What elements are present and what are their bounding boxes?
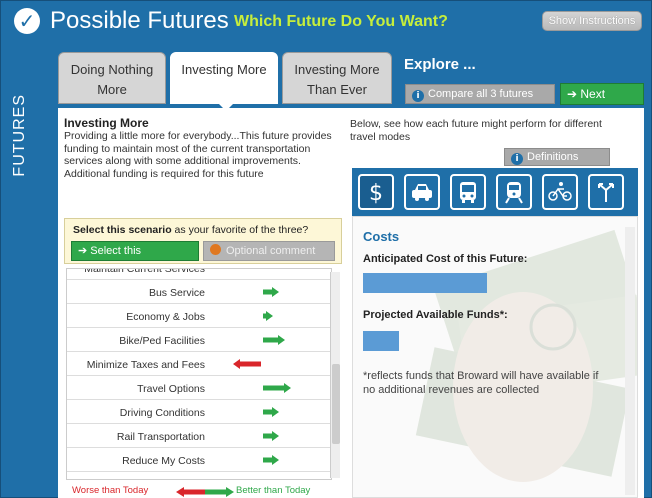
tab-investing-more[interactable]: Investing More xyxy=(170,52,278,104)
list-item-label: Reduce My Costs xyxy=(122,455,205,467)
list-item-label: Economy & Jobs xyxy=(126,311,205,323)
explore-title: Explore ... xyxy=(404,56,476,73)
list-item: Reduce My Costs xyxy=(67,449,331,472)
tab-label-line1: Investing More xyxy=(294,62,380,77)
select-prompt: Select this scenario as your favorite of… xyxy=(73,224,308,236)
select-scenario-box: Select this scenario as your favorite of… xyxy=(64,218,342,264)
list-item: Minimize Taxes and Fees xyxy=(67,353,331,376)
select-prompt-rest: as your favorite of the three? xyxy=(171,224,309,236)
funds-footnote: *reflects funds that Broward will have a… xyxy=(363,370,599,396)
tab-label-line1: Doing Nothing xyxy=(70,62,154,77)
tab-label-line2: More xyxy=(97,82,127,97)
side-tab-label: FUTURES xyxy=(11,94,28,177)
performance-column: Below, see how each future might perform… xyxy=(350,108,644,498)
content-area: Investing More Providing a little more f… xyxy=(58,108,644,498)
arrow-right-icon xyxy=(263,287,279,297)
walk-icon xyxy=(598,183,614,202)
select-prompt-bold: Select this scenario xyxy=(73,224,172,236)
compare-label: Compare all 3 futures xyxy=(428,88,534,100)
list-item: Economy & Jobs xyxy=(67,305,331,328)
legend-arrows-icon xyxy=(176,487,234,497)
dollar-icon: $ xyxy=(369,181,383,204)
show-instructions-button[interactable]: Show Instructions xyxy=(542,11,642,31)
available-funds-bar xyxy=(363,331,399,351)
select-this-button[interactable]: ➔ Select this xyxy=(71,241,199,261)
arrow-right-icon xyxy=(263,383,291,393)
tab-label-line2: Than Ever xyxy=(307,82,367,97)
mode-bike[interactable] xyxy=(542,174,578,210)
list-item-label: Minimize Taxes and Fees xyxy=(86,359,205,371)
bus-icon xyxy=(460,182,476,203)
page-subtitle: Which Future Do You Want? xyxy=(234,13,448,30)
outcomes-list: Maintain Current Services Bus Service Econ… xyxy=(66,268,332,480)
costs-panel: Costs Anticipated Cost of this Future: P… xyxy=(352,216,638,498)
arrow-right-icon xyxy=(263,311,273,321)
anticipated-cost-bar xyxy=(363,273,487,293)
costs-scrollbar[interactable] xyxy=(625,227,635,495)
car-icon xyxy=(412,184,432,201)
outcomes-scrollbar[interactable] xyxy=(330,272,340,478)
select-label: Select this xyxy=(90,245,142,257)
list-item-label: Maintain Current Services xyxy=(84,268,205,275)
next-label: Next xyxy=(580,87,606,101)
tab-doing-nothing-more[interactable]: Doing Nothing More xyxy=(58,52,166,104)
scrollbar-thumb[interactable] xyxy=(332,364,340,444)
definitions-button[interactable]: i Definitions xyxy=(504,148,610,166)
legend-better: Better than Today xyxy=(236,485,311,496)
optional-comment-button[interactable]: Optional comment xyxy=(203,241,335,261)
train-icon xyxy=(505,182,523,204)
legend-worse: Worse than Today xyxy=(72,485,149,496)
list-item-label: Rail Transportation xyxy=(116,431,205,443)
mode-bus[interactable] xyxy=(450,174,486,210)
mode-walk[interactable] xyxy=(588,174,624,210)
list-item: Rail Transportation xyxy=(67,425,331,448)
comment-label: Optional comment xyxy=(226,245,316,257)
bike-icon xyxy=(548,182,572,201)
list-item: Driving Conditions xyxy=(67,401,331,424)
scenario-description: Providing a little more for everybody...… xyxy=(64,130,332,180)
check-icon: ✓ xyxy=(14,8,40,34)
legend: Worse than Today Better than Today xyxy=(72,485,332,497)
arrow-right-icon: ➔ xyxy=(567,87,581,101)
arrow-right-icon xyxy=(263,431,279,441)
tab-investing-more-than-ever[interactable]: Investing More Than Ever xyxy=(282,52,392,104)
costs-title: Costs xyxy=(363,229,400,244)
list-item-label: Bike/Ped Facilities xyxy=(119,335,205,347)
page-title: Possible Futures xyxy=(50,7,229,34)
comment-icon xyxy=(210,244,221,255)
travel-mode-bar: $ xyxy=(352,168,638,216)
mode-train[interactable] xyxy=(496,174,532,210)
arrow-left-icon xyxy=(233,359,261,369)
list-item: Travel Options xyxy=(67,377,331,400)
arrow-right-icon xyxy=(263,407,279,417)
list-item-label: Bus Service xyxy=(148,287,205,299)
list-item-label: Driving Conditions xyxy=(119,407,205,419)
svg-text:$: $ xyxy=(369,181,383,204)
info-icon: i xyxy=(412,90,424,102)
mode-car[interactable] xyxy=(404,174,440,210)
list-item-label: Travel Options xyxy=(137,383,205,395)
header: ✓ Possible Futures Which Future Do You W… xyxy=(0,0,652,42)
arrow-right-icon: ➔ xyxy=(78,245,91,257)
list-item-partial: Maintain Current Services xyxy=(67,268,331,280)
compare-futures-button[interactable]: i Compare all 3 futures xyxy=(405,84,555,104)
definitions-label: Definitions xyxy=(527,151,579,163)
main-panel: Doing Nothing More Investing More Invest… xyxy=(50,42,644,498)
arrow-right-icon xyxy=(263,455,279,465)
available-funds-label: Projected Available Funds*: xyxy=(363,309,508,321)
list-item: Bike/Ped Facilities xyxy=(67,329,331,352)
next-button[interactable]: ➔ Next xyxy=(560,83,644,105)
list-item: Bus Service xyxy=(67,281,331,304)
side-tab[interactable]: FUTURES xyxy=(0,42,40,498)
scenario-title: Investing More xyxy=(64,116,149,130)
performance-intro: Below, see how each future might perform… xyxy=(350,118,602,143)
tab-label-line1: Investing More xyxy=(181,62,267,77)
mode-dollar[interactable]: $ xyxy=(358,174,394,210)
scenario-column: Investing More Providing a little more f… xyxy=(58,108,348,498)
info-icon: i xyxy=(511,153,523,165)
anticipated-cost-label: Anticipated Cost of this Future: xyxy=(363,253,528,265)
arrow-right-icon xyxy=(263,335,285,345)
